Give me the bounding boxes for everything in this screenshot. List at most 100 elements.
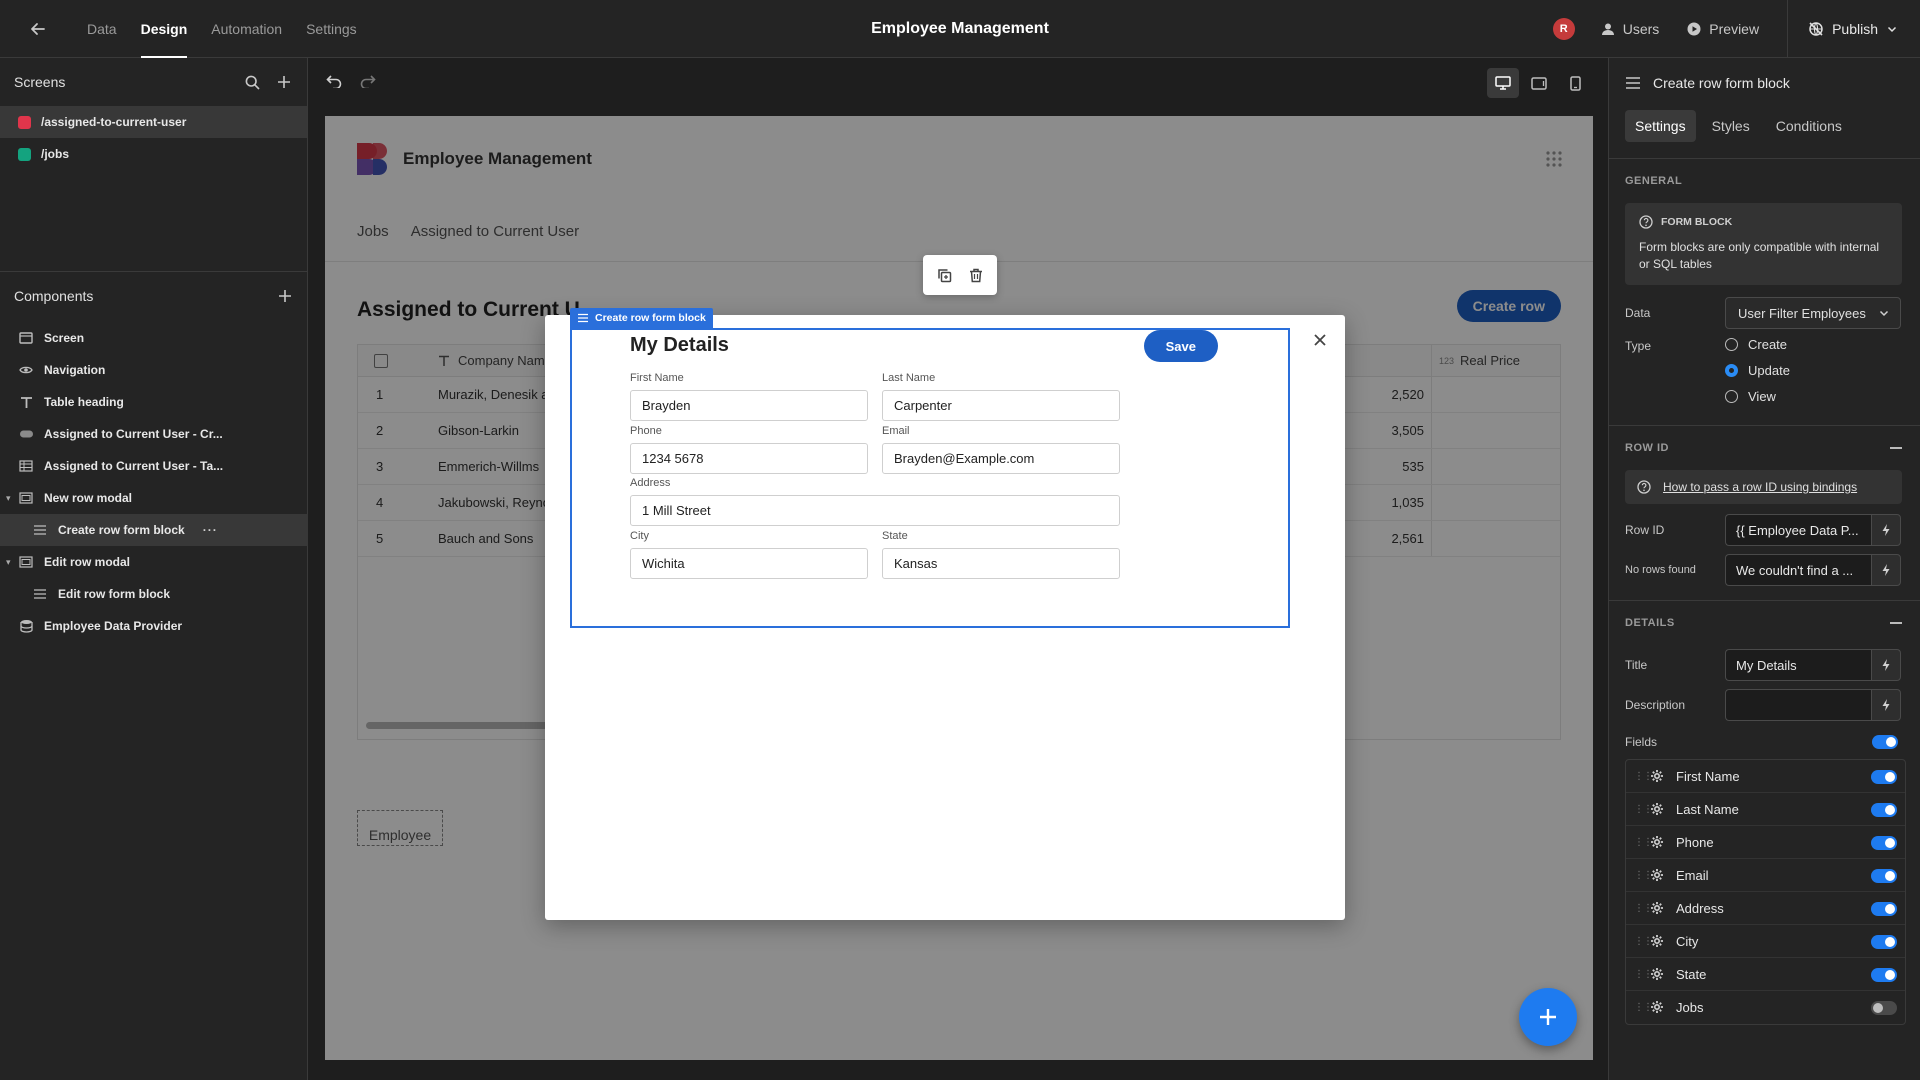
field-item-state[interactable]: ⋮⋮ State: [1626, 958, 1905, 991]
component-toolbar: [923, 255, 997, 295]
last-name-input[interactable]: Carpenter: [882, 390, 1120, 421]
tab-design[interactable]: Design: [129, 0, 200, 58]
component-edit-row-modal[interactable]: ▾ Edit row modal: [0, 546, 308, 578]
collapse-icon[interactable]: [1890, 622, 1902, 624]
data-select[interactable]: User Filter Employees: [1725, 297, 1901, 329]
close-icon[interactable]: [1309, 329, 1331, 351]
row-id-help-link[interactable]: How to pass a row ID using bindings: [1625, 470, 1902, 504]
tab-settings[interactable]: Settings: [294, 0, 369, 58]
type-radio-create[interactable]: Create: [1725, 337, 1787, 352]
field-toggle[interactable]: [1871, 803, 1897, 817]
component-new-row-modal[interactable]: ▾ New row modal: [0, 482, 308, 514]
create-row-form-block[interactable]: My Details Save First Name Brayden Last …: [570, 328, 1290, 628]
preview-button[interactable]: Preview: [1687, 21, 1759, 37]
field-item-phone[interactable]: ⋮⋮ Phone: [1626, 826, 1905, 859]
caret-down-icon[interactable]: ▾: [6, 557, 14, 568]
address-input[interactable]: 1 Mill Street: [630, 495, 1120, 526]
component-data-provider[interactable]: Employee Data Provider: [0, 610, 308, 642]
type-radio-update[interactable]: Update: [1725, 363, 1790, 378]
title-input[interactable]: My Details: [1725, 649, 1871, 681]
avatar[interactable]: R: [1552, 18, 1575, 40]
users-button[interactable]: Users: [1601, 21, 1659, 37]
component-screen[interactable]: Screen: [0, 322, 308, 354]
add-screen-button[interactable]: [275, 73, 293, 91]
gear-icon[interactable]: [1650, 967, 1664, 981]
collapse-icon[interactable]: [1890, 447, 1902, 449]
duplicate-icon[interactable]: [935, 266, 953, 284]
field-toggle[interactable]: [1871, 836, 1897, 850]
data-setting: Data User Filter Employees: [1609, 293, 1920, 333]
screen-item-assigned[interactable]: /assigned-to-current-user: [0, 106, 307, 138]
component-create-row-form-block[interactable]: Create row form block ···: [0, 514, 308, 546]
publish-button[interactable]: Publish: [1787, 0, 1920, 58]
gear-icon[interactable]: [1650, 868, 1664, 882]
add-component-button[interactable]: [276, 287, 294, 305]
gear-icon[interactable]: [1650, 934, 1664, 948]
selected-component-tag[interactable]: Create row form block: [570, 308, 713, 328]
field-toggle[interactable]: [1871, 770, 1897, 784]
redo-icon[interactable]: [359, 72, 377, 90]
last-name-label: Last Name: [882, 372, 936, 384]
back-arrow-icon[interactable]: [26, 17, 50, 41]
lightning-icon[interactable]: [1871, 554, 1901, 586]
city-input[interactable]: Wichita: [630, 548, 868, 579]
type-radio-view[interactable]: View: [1725, 389, 1776, 404]
search-icon[interactable]: [243, 73, 261, 91]
add-component-fab[interactable]: [1519, 988, 1577, 1046]
component-label: Edit row form block: [58, 587, 171, 601]
no-rows-input[interactable]: We couldn't find a ...: [1725, 554, 1871, 586]
state-input[interactable]: Kansas: [882, 548, 1120, 579]
component-edit-row-form-block[interactable]: Edit row form block: [0, 578, 308, 610]
form-icon: [32, 522, 48, 538]
field-item-first-name[interactable]: ⋮⋮ First Name: [1626, 760, 1905, 793]
field-item-last-name[interactable]: ⋮⋮ Last Name: [1626, 793, 1905, 826]
gear-icon[interactable]: [1650, 901, 1664, 915]
screens-list: /assigned-to-current-user /jobs: [0, 106, 307, 170]
component-table[interactable]: Assigned to Current User - Ta...: [0, 450, 308, 482]
field-toggle[interactable]: [1871, 968, 1897, 982]
trash-icon[interactable]: [967, 266, 985, 284]
screen-item-jobs[interactable]: /jobs: [0, 138, 307, 170]
gear-icon[interactable]: [1650, 835, 1664, 849]
email-input[interactable]: Brayden@Example.com: [882, 443, 1120, 474]
row-id-section-title[interactable]: ROW ID: [1609, 426, 1920, 470]
lightning-icon[interactable]: [1871, 514, 1901, 546]
tab-automation[interactable]: Automation: [199, 0, 294, 58]
fields-master-toggle[interactable]: [1872, 735, 1898, 749]
tab-settings-panel[interactable]: Settings: [1625, 110, 1696, 142]
gear-icon[interactable]: [1650, 1000, 1664, 1014]
lightning-icon[interactable]: [1871, 649, 1901, 681]
help-circle-icon: [1639, 215, 1653, 229]
phone-input[interactable]: 1234 5678: [630, 443, 868, 474]
field-toggle[interactable]: [1871, 902, 1897, 916]
desktop-view-icon[interactable]: [1487, 68, 1519, 98]
form-icon: [578, 313, 588, 323]
tablet-view-icon[interactable]: [1523, 68, 1555, 98]
mobile-view-icon[interactable]: [1559, 68, 1591, 98]
description-input[interactable]: [1725, 689, 1871, 721]
row-id-input[interactable]: {{ Employee Data P...: [1725, 514, 1871, 546]
tab-data[interactable]: Data: [75, 0, 129, 58]
gear-icon[interactable]: [1650, 769, 1664, 783]
tab-conditions[interactable]: Conditions: [1766, 110, 1852, 142]
tab-styles[interactable]: Styles: [1702, 110, 1760, 142]
field-item-city[interactable]: ⋮⋮ City: [1626, 925, 1905, 958]
first-name-input[interactable]: Brayden: [630, 390, 868, 421]
component-navigation[interactable]: Navigation: [0, 354, 308, 386]
field-toggle[interactable]: [1871, 1001, 1897, 1015]
caret-down-icon[interactable]: ▾: [6, 493, 14, 504]
field-item-jobs[interactable]: ⋮⋮ Jobs: [1626, 991, 1905, 1024]
component-create-button[interactable]: Assigned to Current User - Cr...: [0, 418, 308, 450]
lightning-icon[interactable]: [1871, 689, 1901, 721]
field-item-address[interactable]: ⋮⋮ Address: [1626, 892, 1905, 925]
field-toggle[interactable]: [1871, 935, 1897, 949]
more-options-icon[interactable]: ···: [203, 523, 218, 537]
field-item-email[interactable]: ⋮⋮ Email: [1626, 859, 1905, 892]
component-table-heading[interactable]: Table heading: [0, 386, 308, 418]
field-toggle[interactable]: [1871, 869, 1897, 883]
undo-icon[interactable]: [325, 72, 343, 90]
selected-component-label: Create row form block: [595, 312, 706, 324]
save-button[interactable]: Save: [1143, 330, 1218, 362]
gear-icon[interactable]: [1650, 802, 1664, 816]
details-section-title[interactable]: DETAILS: [1609, 601, 1920, 645]
